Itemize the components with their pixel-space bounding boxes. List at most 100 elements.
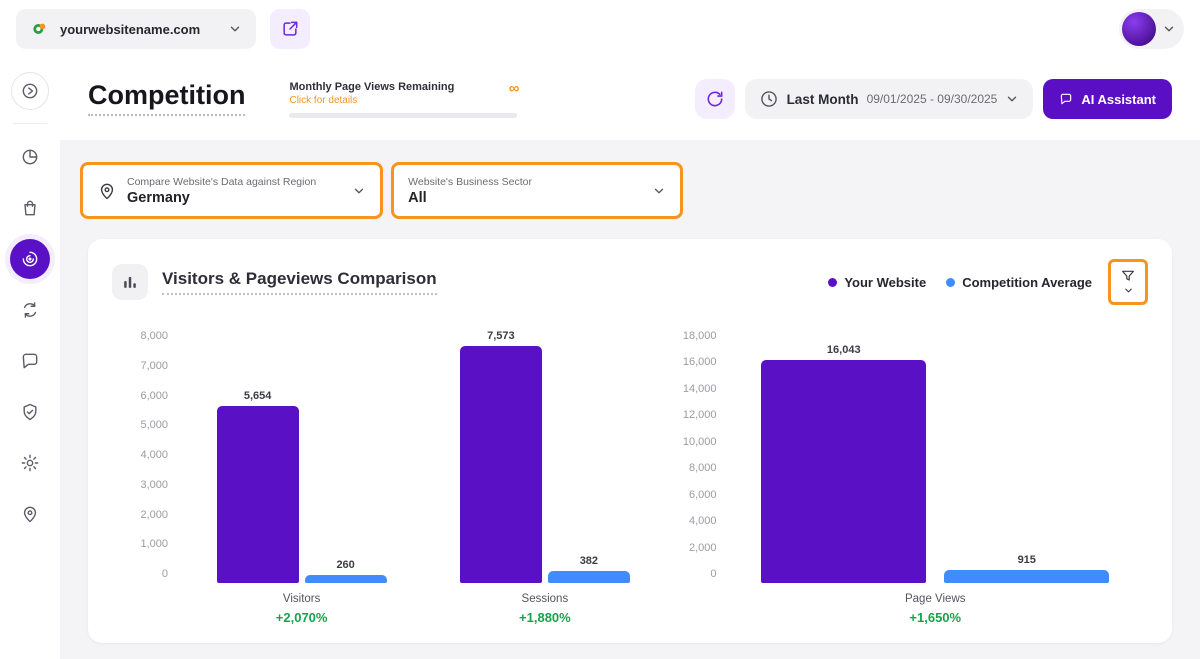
site-logo-icon — [30, 19, 50, 39]
y-axis-tick: 1,000 — [140, 538, 168, 550]
period-label: Last Month — [787, 92, 859, 107]
category-label: Sessions — [522, 593, 569, 605]
y-axis-tick: 14,000 — [683, 383, 717, 395]
bar-value-label: 5,654 — [244, 390, 272, 402]
quota-value: ∞ — [509, 81, 520, 96]
y-axis-tick: 2,000 — [140, 509, 168, 521]
date-range-selector[interactable]: Last Month 09/01/2025 - 09/30/2025 — [745, 79, 1034, 119]
y-axis-tick: 2,000 — [689, 542, 717, 554]
chat-icon — [1059, 92, 1073, 106]
bar-column: 915 — [944, 554, 1109, 583]
chevron-down-icon — [652, 184, 666, 198]
y-axis-tick: 6,000 — [689, 489, 717, 501]
bar-value-label: 16,043 — [827, 344, 861, 356]
page-header: Competition Monthly Page Views Remaining… — [60, 58, 1200, 140]
y-axis-tick: 6,000 — [140, 390, 168, 402]
legend-label: Your Website — [844, 275, 926, 290]
category-label: Page Views — [905, 593, 966, 605]
refresh-button[interactable] — [695, 79, 735, 119]
geolocation-icon — [20, 504, 40, 524]
y-axis-tick: 10,000 — [683, 436, 717, 448]
legend-item-competition-average[interactable]: Competition Average — [946, 275, 1092, 290]
bar-value-label: 915 — [1018, 554, 1036, 566]
sidebar-item-engagement[interactable] — [10, 290, 50, 330]
quota-progress-bar — [289, 113, 517, 118]
external-link-icon — [280, 19, 300, 39]
sector-filter-label: Website's Business Sector — [408, 176, 532, 188]
chevron-down-icon — [352, 184, 366, 198]
legend-item-your-website[interactable]: Your Website — [828, 275, 926, 290]
sidebar-item-competition[interactable] — [10, 239, 50, 279]
shopping-bag-icon — [20, 198, 40, 218]
bar-chart: 8,0007,0006,0005,0004,0003,0002,0001,000… — [112, 329, 1148, 625]
legend-dot — [946, 278, 955, 287]
chevron-down-icon — [1123, 285, 1134, 296]
quota-details-link[interactable]: Click for details — [289, 95, 517, 106]
pie-chart-icon — [20, 147, 40, 167]
bar-column: 16,043 — [761, 344, 926, 583]
settings-icon — [20, 453, 40, 473]
map-pin-icon — [97, 181, 117, 201]
y-axis-tick: 18,000 — [683, 330, 717, 342]
bar-competition-average-page-views — [944, 570, 1109, 583]
legend-label: Competition Average — [962, 275, 1092, 290]
delta-label: +1,650% — [909, 610, 961, 625]
bar-your-website-sessions — [460, 346, 542, 583]
y-axis-tick: 4,000 — [140, 449, 168, 461]
sidebar-item-ecommerce[interactable] — [10, 188, 50, 228]
comparison-card: Visitors & Pageviews Comparison Your Web… — [88, 239, 1172, 643]
period-range: 09/01/2025 - 09/30/2025 — [867, 92, 998, 106]
chart-group-page-views: 16,043 915 Page Views +1,650% — [729, 329, 1143, 625]
chevron-down-icon — [1162, 22, 1176, 36]
bar-value-label: 382 — [580, 555, 598, 567]
bar-column: 7,573 — [460, 330, 542, 583]
quota-widget: Monthly Page Views Remaining Click for d… — [289, 81, 517, 118]
security-icon — [20, 402, 40, 422]
sidebar-item-feedback[interactable] — [10, 341, 50, 381]
chart-group-sessions: 7,573382Sessions+1,880% — [423, 329, 666, 625]
region-filter-dropdown[interactable]: Compare Website's Data against Region Ge… — [80, 162, 383, 219]
ai-assistant-label: AI Assistant — [1081, 92, 1156, 107]
engagement-icon — [20, 300, 40, 320]
bar-your-website-page-views — [761, 360, 926, 583]
open-site-button[interactable] — [270, 9, 310, 49]
bar-chart-icon — [112, 264, 148, 300]
sidebar-item-security[interactable] — [10, 392, 50, 432]
chart-title: Visitors & Pageviews Comparison — [162, 269, 437, 295]
bar-pair: 5,654 260 — [217, 329, 387, 583]
sidebar-item-geolocation[interactable] — [10, 494, 50, 534]
account-menu[interactable] — [1119, 9, 1184, 49]
region-filter-label: Compare Website's Data against Region — [127, 176, 316, 188]
y-axis-tick: 3,000 — [140, 479, 168, 491]
legend-dot — [828, 278, 837, 287]
header-actions: Last Month 09/01/2025 - 09/30/2025 AI As… — [695, 79, 1172, 119]
sidebar-item-overview[interactable] — [10, 137, 50, 177]
site-name: yourwebsitename.com — [60, 22, 200, 37]
page-title: Competition — [88, 82, 245, 116]
bar-your-website-visitors — [217, 406, 299, 583]
y-axis-tick: 5,000 — [140, 419, 168, 431]
bar-competition-average-visitors — [305, 575, 387, 583]
chart-legend: Your Website Competition Average — [828, 275, 1092, 290]
topbar: yourwebsitename.com — [0, 0, 1200, 58]
sidebar-divider — [13, 123, 47, 124]
sidebar-item-settings[interactable] — [10, 443, 50, 483]
refresh-icon — [705, 89, 725, 109]
sector-filter-value: All — [408, 190, 532, 206]
sidebar-item-launch[interactable] — [11, 72, 49, 110]
chevron-down-icon — [228, 22, 242, 36]
bar-column: 260 — [305, 559, 387, 583]
chart-group-visitors: 5,654260Visitors+2,070% — [180, 329, 423, 625]
y-axis-tick: 4,000 — [689, 515, 717, 527]
competition-icon — [20, 249, 40, 269]
bar-pair: 7,573 382 — [460, 329, 630, 583]
y-axis-tick: 7,000 — [140, 360, 168, 372]
card-header: Visitors & Pageviews Comparison Your Web… — [112, 259, 1148, 305]
sector-filter-dropdown[interactable]: Website's Business Sector All — [391, 162, 683, 219]
ai-assistant-button[interactable]: AI Assistant — [1043, 79, 1172, 119]
y-axis-right: 18,00016,00014,00012,00010,0008,0006,000… — [667, 330, 729, 580]
site-selector[interactable]: yourwebsitename.com — [16, 9, 256, 49]
bar-value-label: 7,573 — [487, 330, 515, 342]
chart-filter-button[interactable] — [1108, 259, 1148, 305]
sidebar — [0, 58, 60, 659]
